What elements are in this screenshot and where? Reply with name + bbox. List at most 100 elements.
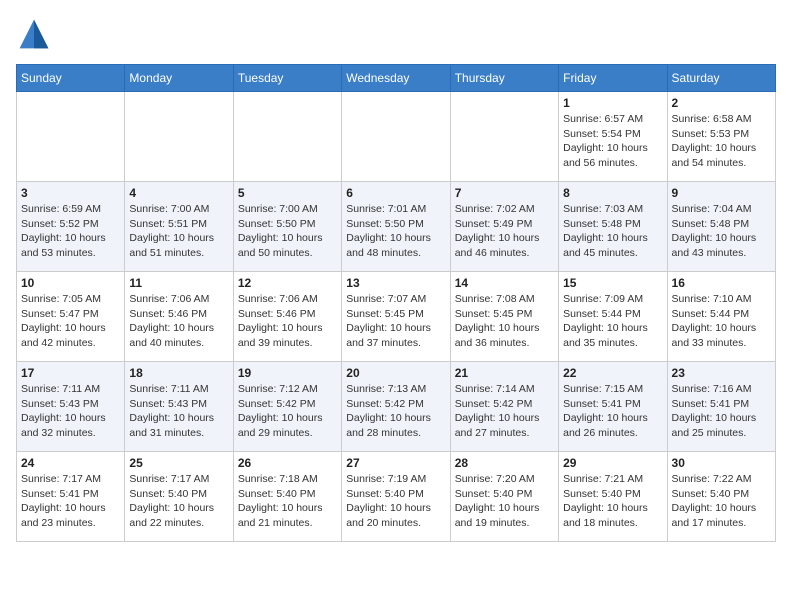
day-number: 13 — [346, 276, 445, 290]
day-info: Sunrise: 7:22 AM Sunset: 5:40 PM Dayligh… — [672, 472, 771, 531]
day-number: 23 — [672, 366, 771, 380]
day-cell: 16Sunrise: 7:10 AM Sunset: 5:44 PM Dayli… — [667, 272, 775, 362]
day-number: 5 — [238, 186, 337, 200]
day-cell — [125, 92, 233, 182]
day-info: Sunrise: 7:11 AM Sunset: 5:43 PM Dayligh… — [21, 382, 120, 441]
column-header-friday: Friday — [559, 65, 667, 92]
week-row-3: 10 Sunrise: 7:05 AM Sunset: 5:47 PM Dayli… — [17, 272, 776, 362]
day-cell: 17Sunrise: 7:11 AM Sunset: 5:43 PM Dayli… — [17, 362, 125, 452]
column-header-sunday: Sunday — [17, 65, 125, 92]
day-cell: 5 Sunrise: 7:00 AM Sunset: 5:50 PM Daylig… — [233, 182, 341, 272]
day-number: 6 — [346, 186, 445, 200]
day-number: 14 — [455, 276, 554, 290]
day-info: Sunrise: 7:06 AM Sunset: 5:46 PM Dayligh… — [238, 292, 337, 351]
day-number: 29 — [563, 456, 662, 470]
day-number: 3 — [21, 186, 120, 200]
day-cell: 6 Sunrise: 7:01 AM Sunset: 5:50 PM Daylig… — [342, 182, 450, 272]
day-info: Sunrise: 7:01 AM Sunset: 5:50 PM Dayligh… — [346, 202, 445, 261]
day-cell: 8 Sunrise: 7:03 AM Sunset: 5:48 PM Daylig… — [559, 182, 667, 272]
day-cell: 15 Sunrise: 7:09 AM Sunset: 5:44 PM Dayli… — [559, 272, 667, 362]
day-info: Sunrise: 7:00 AM Sunset: 5:51 PM Dayligh… — [129, 202, 228, 261]
day-info: Sunrise: 7:08 AM Sunset: 5:45 PM Dayligh… — [455, 292, 554, 351]
day-number: 24 — [21, 456, 120, 470]
day-cell: 12 Sunrise: 7:06 AM Sunset: 5:46 PM Dayli… — [233, 272, 341, 362]
day-info: Sunrise: 7:03 AM Sunset: 5:48 PM Dayligh… — [563, 202, 662, 261]
day-info: Sunrise: 6:59 AM Sunset: 5:52 PM Dayligh… — [21, 202, 120, 261]
day-info: Sunrise: 7:05 AM Sunset: 5:47 PM Dayligh… — [21, 292, 120, 351]
logo-icon — [16, 16, 52, 52]
day-number: 19 — [238, 366, 337, 380]
day-cell — [233, 92, 341, 182]
week-row-2: 3 Sunrise: 6:59 AM Sunset: 5:52 PM Daylig… — [17, 182, 776, 272]
day-cell — [450, 92, 558, 182]
day-cell: 22 Sunrise: 7:15 AM Sunset: 5:41 PM Dayli… — [559, 362, 667, 452]
day-cell: 26Sunrise: 7:18 AM Sunset: 5:40 PM Dayli… — [233, 452, 341, 542]
day-cell: 2 Sunrise: 6:58 AM Sunset: 5:53 PM Daylig… — [667, 92, 775, 182]
day-cell: 30 Sunrise: 7:22 AM Sunset: 5:40 PM Dayli… — [667, 452, 775, 542]
day-cell: 14 Sunrise: 7:08 AM Sunset: 5:45 PM Dayli… — [450, 272, 558, 362]
day-number: 26 — [238, 456, 337, 470]
day-number: 9 — [672, 186, 771, 200]
day-number: 18 — [129, 366, 228, 380]
day-number: 12 — [238, 276, 337, 290]
day-cell: 27Sunrise: 7:19 AM Sunset: 5:40 PM Dayli… — [342, 452, 450, 542]
day-info: Sunrise: 7:20 AM Sunset: 5:40 PM Dayligh… — [455, 472, 554, 531]
day-info: Sunrise: 7:04 AM Sunset: 5:48 PM Dayligh… — [672, 202, 771, 261]
day-cell: 20 Sunrise: 7:13 AM Sunset: 5:42 PM Dayli… — [342, 362, 450, 452]
day-number: 20 — [346, 366, 445, 380]
day-cell: 19 Sunrise: 7:12 AM Sunset: 5:42 PM Dayli… — [233, 362, 341, 452]
column-header-wednesday: Wednesday — [342, 65, 450, 92]
day-info: Sunrise: 7:06 AM Sunset: 5:46 PM Dayligh… — [129, 292, 228, 351]
calendar-table: SundayMondayTuesdayWednesdayThursdayFrid… — [16, 64, 776, 542]
day-cell: 29 Sunrise: 7:21 AM Sunset: 5:40 PM Dayli… — [559, 452, 667, 542]
day-number: 25 — [129, 456, 228, 470]
day-number: 7 — [455, 186, 554, 200]
day-number: 30 — [672, 456, 771, 470]
day-cell: 25 Sunrise: 7:17 AM Sunset: 5:40 PM Dayli… — [125, 452, 233, 542]
day-cell: 28 Sunrise: 7:20 AM Sunset: 5:40 PM Dayli… — [450, 452, 558, 542]
day-info: Sunrise: 7:19 AM Sunset: 5:40 PM Dayligh… — [346, 472, 445, 531]
day-cell: 13 Sunrise: 7:07 AM Sunset: 5:45 PM Dayli… — [342, 272, 450, 362]
day-info: Sunrise: 7:02 AM Sunset: 5:49 PM Dayligh… — [455, 202, 554, 261]
column-header-monday: Monday — [125, 65, 233, 92]
column-header-tuesday: Tuesday — [233, 65, 341, 92]
day-info: Sunrise: 7:14 AM Sunset: 5:42 PM Dayligh… — [455, 382, 554, 441]
day-number: 11 — [129, 276, 228, 290]
day-cell: 10 Sunrise: 7:05 AM Sunset: 5:47 PM Dayli… — [17, 272, 125, 362]
day-cell: 7 Sunrise: 7:02 AM Sunset: 5:49 PM Daylig… — [450, 182, 558, 272]
day-cell: 24Sunrise: 7:17 AM Sunset: 5:41 PM Dayli… — [17, 452, 125, 542]
day-number: 15 — [563, 276, 662, 290]
day-cell: 9 Sunrise: 7:04 AM Sunset: 5:48 PM Daylig… — [667, 182, 775, 272]
day-info: Sunrise: 7:17 AM Sunset: 5:40 PM Dayligh… — [129, 472, 228, 531]
day-info: Sunrise: 7:11 AM Sunset: 5:43 PM Dayligh… — [129, 382, 228, 441]
day-number: 28 — [455, 456, 554, 470]
day-info: Sunrise: 7:12 AM Sunset: 5:42 PM Dayligh… — [238, 382, 337, 441]
day-info: Sunrise: 7:15 AM Sunset: 5:41 PM Dayligh… — [563, 382, 662, 441]
logo — [16, 16, 56, 52]
day-number: 2 — [672, 96, 771, 110]
column-header-thursday: Thursday — [450, 65, 558, 92]
day-cell — [17, 92, 125, 182]
day-number: 22 — [563, 366, 662, 380]
day-info: Sunrise: 6:57 AM Sunset: 5:54 PM Dayligh… — [563, 112, 662, 171]
day-info: Sunrise: 7:16 AM Sunset: 5:41 PM Dayligh… — [672, 382, 771, 441]
day-info: Sunrise: 7:21 AM Sunset: 5:40 PM Dayligh… — [563, 472, 662, 531]
column-header-saturday: Saturday — [667, 65, 775, 92]
week-row-4: 17Sunrise: 7:11 AM Sunset: 5:43 PM Dayli… — [17, 362, 776, 452]
calendar-header-row: SundayMondayTuesdayWednesdayThursdayFrid… — [17, 65, 776, 92]
day-number: 8 — [563, 186, 662, 200]
week-row-1: 1 Sunrise: 6:57 AM Sunset: 5:54 PM Daylig… — [17, 92, 776, 182]
day-cell: 18 Sunrise: 7:11 AM Sunset: 5:43 PM Dayli… — [125, 362, 233, 452]
day-number: 21 — [455, 366, 554, 380]
day-number: 4 — [129, 186, 228, 200]
day-cell: 21 Sunrise: 7:14 AM Sunset: 5:42 PM Dayli… — [450, 362, 558, 452]
day-number: 1 — [563, 96, 662, 110]
day-info: Sunrise: 7:07 AM Sunset: 5:45 PM Dayligh… — [346, 292, 445, 351]
day-info: Sunrise: 7:00 AM Sunset: 5:50 PM Dayligh… — [238, 202, 337, 261]
day-info: Sunrise: 7:13 AM Sunset: 5:42 PM Dayligh… — [346, 382, 445, 441]
day-info: Sunrise: 6:58 AM Sunset: 5:53 PM Dayligh… — [672, 112, 771, 171]
day-number: 16 — [672, 276, 771, 290]
day-number: 10 — [21, 276, 120, 290]
day-info: Sunrise: 7:09 AM Sunset: 5:44 PM Dayligh… — [563, 292, 662, 351]
week-row-5: 24Sunrise: 7:17 AM Sunset: 5:41 PM Dayli… — [17, 452, 776, 542]
